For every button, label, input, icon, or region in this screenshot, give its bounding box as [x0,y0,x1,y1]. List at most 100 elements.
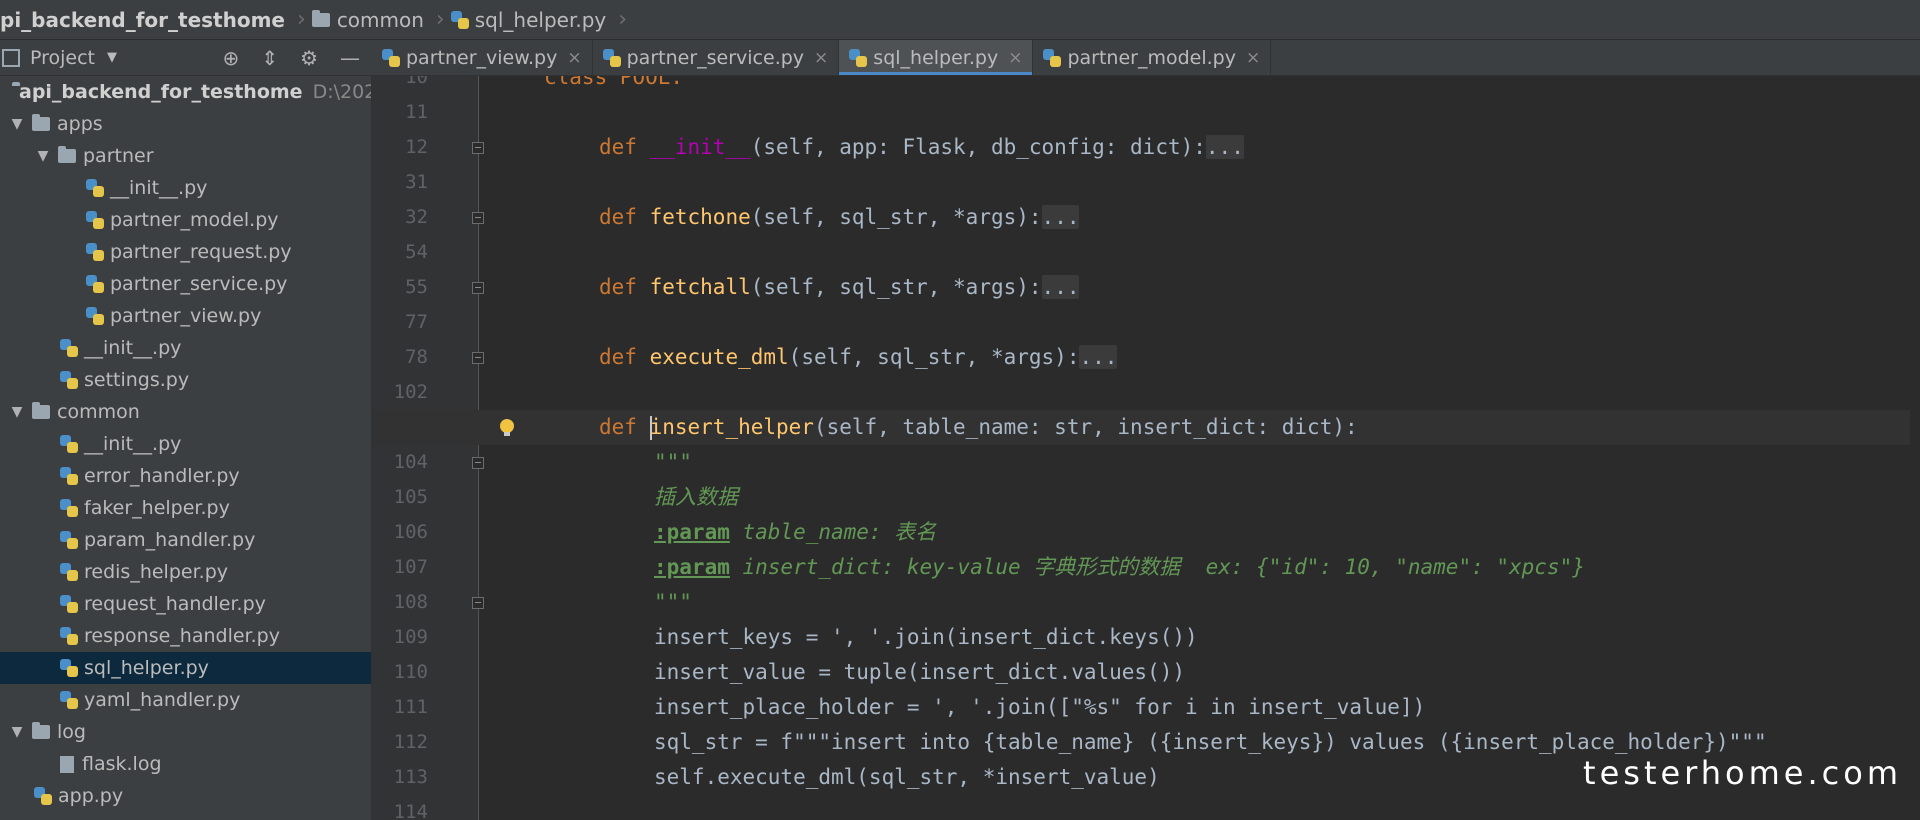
tree-item-partner-model-py[interactable]: partner_model.py [0,204,371,236]
tree-item-label: partner_view.py [110,305,262,327]
tree-item-error-handler-py[interactable]: error_handler.py [0,460,371,492]
breadcrumb-separator: › [618,7,628,32]
breadcrumb-file[interactable]: sql_helper.py [450,8,612,32]
close-icon[interactable]: × [567,48,581,68]
tree-item-settings-py[interactable]: settings.py [0,364,371,396]
breadcrumb-folder[interactable]: common [311,8,430,32]
collapsed-block: ... [1041,205,1080,229]
tree-item-common[interactable]: ▼ common [0,396,371,428]
folder-icon [32,114,50,131]
expand-arrow-icon[interactable]: ▼ [8,724,26,740]
project-view-selector[interactable]: Project ▼ [2,47,117,69]
python-file-icon [60,339,78,357]
tree-item-log[interactable]: ▼ log [0,716,371,748]
line-number: 102 [393,381,428,403]
file-icon [60,755,74,773]
tab-label: partner_model.py [1067,46,1236,69]
collapse-all-icon[interactable]: ⇕ [261,46,278,70]
expand-arrow-icon[interactable]: ▼ [34,148,52,164]
python-file-icon [60,371,78,389]
tree-item-label: redis_helper.py [84,561,228,583]
tab-partner-view[interactable]: partner_view.py × [372,40,593,75]
tree-item-label: common [57,401,140,423]
docstring-tag: :param [654,520,730,544]
code-line[interactable]: """ [372,445,1920,480]
tree-item-apps[interactable]: ▼ apps [0,108,371,140]
tree-item-label: request_handler.py [84,593,266,615]
tree-item--init-py[interactable]: __init__.py [0,332,371,364]
tree-item-label: yaml_handler.py [84,689,241,711]
code-line[interactable]: insert_keys = ', '.join(insert_dict.keys… [372,620,1920,655]
python-file-icon [60,467,78,485]
function-name: insert_helper [649,415,814,439]
tab-label: sql_helper.py [873,46,999,69]
tree-item-redis-helper-py[interactable]: redis_helper.py [0,556,371,588]
code-line[interactable]: """ [372,585,1920,620]
tree-item-yaml-handler-py[interactable]: yaml_handler.py [0,684,371,716]
tab-partner-service[interactable]: partner_service.py × [593,40,840,75]
code-line[interactable]: insert_place_holder = ', '.join(["%s" fo… [372,690,1920,725]
tree-item-label: sql_helper.py [84,657,209,679]
code-line[interactable]: :param table_name: 表名 [372,515,1920,550]
tree-item--init-py[interactable]: __init__.py [0,172,371,204]
tree-item-partner-service-py[interactable]: partner_service.py [0,268,371,300]
folder-icon [32,402,50,419]
tree-item-flask-log[interactable]: flask.log [0,748,371,780]
expand-arrow-icon[interactable]: ▼ [8,404,26,420]
code-line[interactable]: def __init__(self, app: Flask, db_config… [372,130,1920,165]
code-line[interactable]: class POOL: [372,76,1920,95]
collapsed-block: ... [1041,275,1080,299]
tab-partner-model[interactable]: partner_model.py × [1033,40,1272,75]
code-line[interactable]: insert_value = tuple(insert_dict.values(… [372,655,1920,690]
tab-sql-helper[interactable]: sql_helper.py × [839,40,1034,75]
python-file-icon [60,499,78,517]
code-line[interactable]: :param insert_dict: key-value 字典形式的数据 ex… [372,550,1920,585]
code-line[interactable]: def fetchall(self, sql_str, *args):... [372,270,1920,305]
tree-item-sql-helper-py[interactable]: sql_helper.py [0,652,371,684]
folder-icon [311,9,330,27]
hide-icon[interactable]: — [340,46,360,70]
tree-item-partner[interactable]: ▼ partner [0,140,371,172]
close-icon[interactable]: × [1246,48,1260,68]
lightbulb-icon[interactable] [500,419,514,436]
close-icon[interactable]: × [814,48,828,68]
editor-tabs: partner_view.py × partner_service.py × sql_h… [372,40,1920,76]
breadcrumb-project[interactable]: pi_backend_for_testhome [0,8,291,32]
locate-icon[interactable]: ⊕ [223,46,240,70]
tree-item-param-handler-py[interactable]: param_handler.py [0,524,371,556]
tree-item-label: partner [83,145,154,167]
tree-item-label: __init__.py [84,337,182,359]
python-file-icon [86,275,104,293]
breadcrumb-separator: › [297,7,306,32]
code-line[interactable]: def fetchone(self, sql_str, *args):... [372,200,1920,235]
tree-item--init-py[interactable]: __init__.py [0,428,371,460]
python-file-icon [450,10,469,29]
keyword: def [599,205,637,229]
code-line[interactable]: def execute_dml(self, sql_str, *args):..… [372,340,1920,375]
editor-scrollbar[interactable] [1910,76,1920,820]
expand-arrow-icon[interactable]: ▼ [8,116,26,132]
line-number: 54 [405,241,428,263]
tree-root[interactable]: api_backend_for_testhome D:\2024\ [0,76,371,108]
tree-item-faker-helper-py[interactable]: faker_helper.py [0,492,371,524]
tree-item-response-handler-py[interactable]: response_handler.py [0,620,371,652]
code-line[interactable]: def insert_helper(self, table_name: str,… [372,410,1920,445]
function-params: (self, sql_str, *args): [750,275,1042,299]
tree-item-request-handler-py[interactable]: request_handler.py [0,588,371,620]
tree-item-partner-view-py[interactable]: partner_view.py [0,300,371,332]
statement: insert_value = tuple(insert_dict.values(… [654,660,1186,684]
python-file-icon [60,627,78,645]
keyword: def [599,345,637,369]
docstring: 插入数据 [654,485,738,509]
gear-icon[interactable]: ⚙ [300,46,318,70]
tree-item-partner-request-py[interactable]: partner_request.py [0,236,371,268]
statement: self.execute_dml(sql_str, *insert_value) [654,765,1160,789]
tree-item-label: __init__.py [84,433,182,455]
tree-item-app-py[interactable]: app.py [0,780,371,812]
code-line[interactable]: 插入数据 [372,480,1920,515]
close-icon[interactable]: × [1008,48,1022,68]
code-editor[interactable]: 1011123132545577781021031041051061071081… [372,76,1920,820]
statement: insert_place_holder = ', '.join(["%s" fo… [654,695,1426,719]
project-tree: api_backend_for_testhome D:\2024\ ▼apps▼… [0,76,372,820]
keyword: def [599,135,637,159]
